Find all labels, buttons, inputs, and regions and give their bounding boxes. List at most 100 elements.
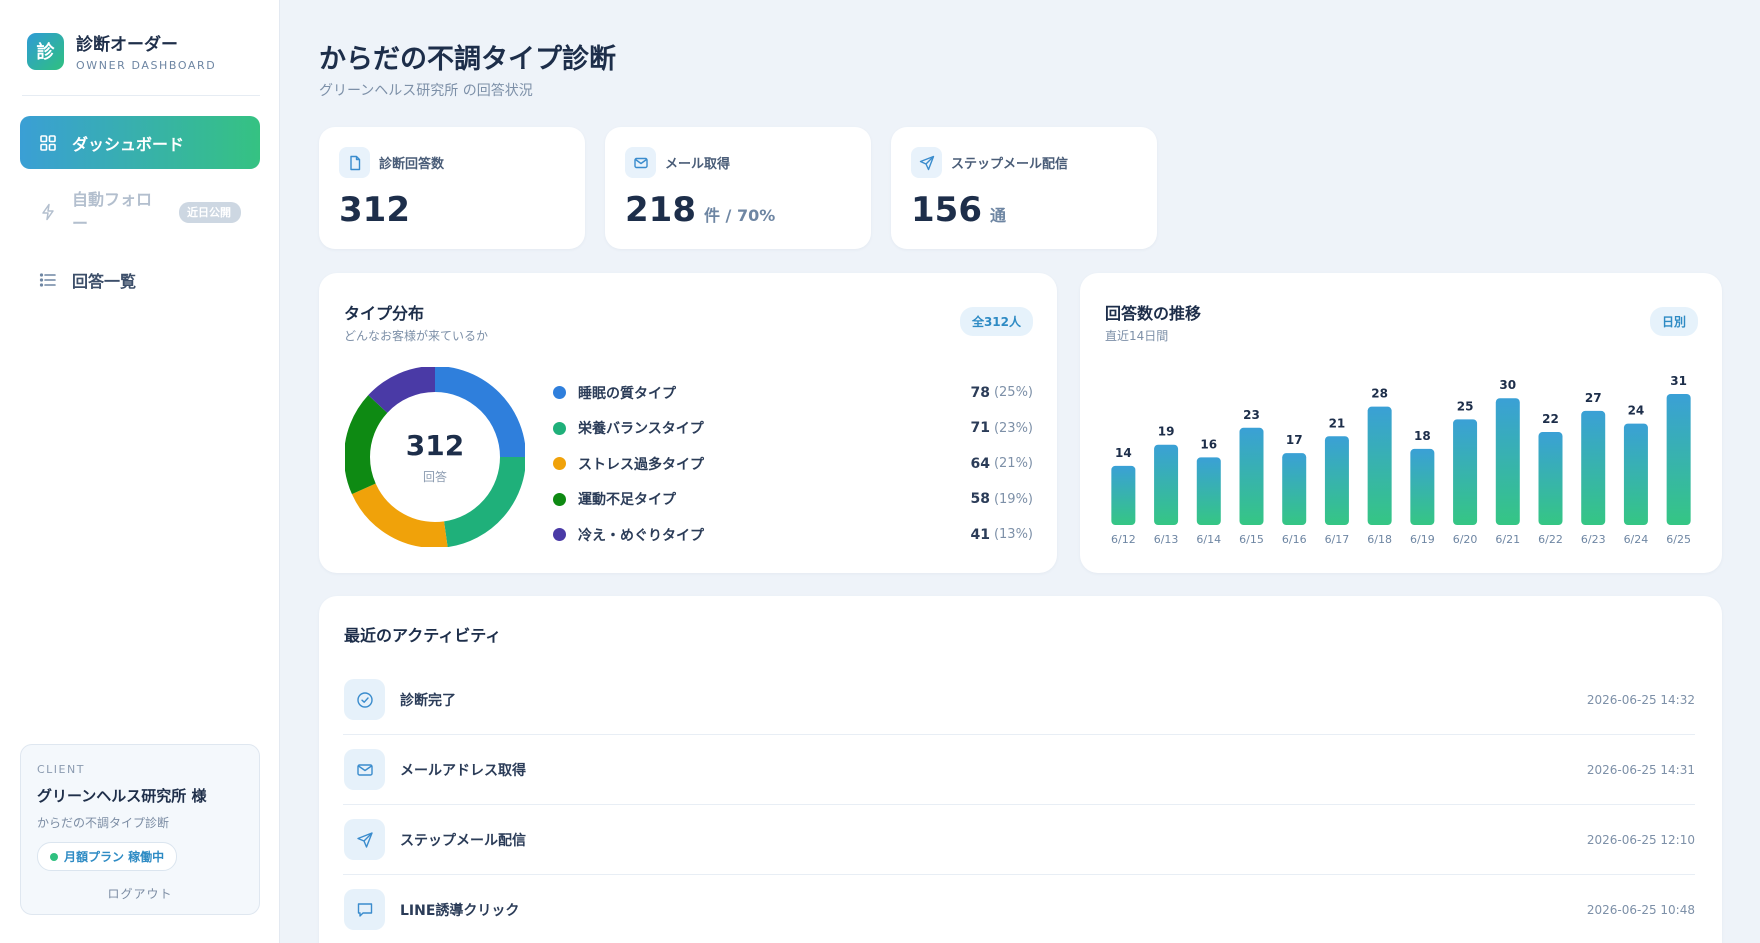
activity-label: ステップメール配信 — [400, 832, 526, 849]
document-icon — [339, 147, 370, 178]
legend-swatch — [553, 492, 566, 506]
bar-6/24 — [1623, 423, 1648, 525]
x-tick-label: 6/22 — [1538, 533, 1563, 546]
x-tick-label: 6/24 — [1624, 533, 1649, 546]
x-tick-label: 6/21 — [1495, 533, 1520, 546]
activity-label: LINE誘導クリック — [400, 902, 520, 919]
logout-link[interactable]: ログアウト — [37, 885, 243, 902]
activity-row[interactable]: ステップメール配信 2026-06-25 12:10 — [343, 805, 1695, 875]
kpi-card-email: メール取得 218 件 / 70% — [605, 127, 871, 249]
sidebar: 診 診断オーダー OWNER DASHBOARD ダッシュボード 自動フォロー … — [0, 0, 280, 943]
bar-6/16 — [1282, 453, 1307, 525]
activity-time: 2026-06-25 14:31 — [1586, 762, 1695, 777]
brand[interactable]: 診 診断オーダー OWNER DASHBOARD — [27, 30, 216, 72]
x-tick-label: 6/23 — [1581, 533, 1606, 546]
bar-value-label: 14 — [1115, 446, 1132, 460]
activity-row[interactable]: 診断完了 2026-06-25 14:32 — [343, 665, 1695, 735]
bar-value-label: 24 — [1628, 404, 1645, 418]
x-tick-label: 6/14 — [1196, 533, 1221, 546]
client-diagnosis: からだの不調タイプ診断 — [37, 816, 170, 830]
x-tick-label: 6/15 — [1239, 533, 1264, 546]
kpi-label: 診断回答数 — [379, 157, 445, 172]
total-count-pill: 全312人 — [959, 307, 1033, 336]
status-dot-icon — [50, 852, 58, 861]
x-tick-label: 6/16 — [1282, 533, 1307, 546]
activity-row[interactable]: LINE誘導クリック 2026-06-25 10:48 — [343, 875, 1695, 943]
plan-status-badge: 月額プラン 稼働中 — [37, 842, 178, 871]
bar-6/15 — [1239, 427, 1264, 525]
legend-count: 71 — [970, 420, 990, 437]
sidebar-item-label: 自動フォロー — [72, 190, 153, 233]
bar-value-label: 17 — [1286, 433, 1303, 447]
legend-item: 栄養バランスタイプ 71 (23%) — [553, 411, 1033, 447]
donut-total: 312 — [405, 429, 465, 462]
legend-item: 睡眠の質タイプ 78 (25%) — [553, 375, 1033, 411]
legend-swatch — [553, 386, 566, 400]
legend-percent: (13%) — [993, 527, 1033, 543]
legend-swatch — [553, 421, 566, 435]
panel-subtitle: どんなお客様が来ているか — [344, 329, 489, 343]
bar-value-label: 19 — [1158, 425, 1175, 439]
page-title: からだの不調タイプ診断 — [319, 44, 616, 75]
chat-icon — [344, 889, 385, 930]
kpi-value: 156 — [911, 190, 982, 230]
coming-soon-badge: 近日公開 — [179, 201, 241, 223]
list-icon — [38, 270, 58, 290]
sidebar-divider — [22, 95, 260, 96]
mail-icon — [344, 749, 385, 790]
donut-chart: 312 回答 — [344, 366, 526, 548]
bar-6/23 — [1581, 410, 1606, 525]
bar-6/14 — [1196, 457, 1221, 525]
grid-icon — [38, 133, 58, 153]
legend-percent: (19%) — [993, 491, 1033, 507]
check-circle-icon — [344, 679, 385, 720]
legend-percent: (21%) — [993, 456, 1033, 472]
legend-name: 栄養バランスタイプ — [578, 421, 704, 438]
bar-6/20 — [1453, 419, 1478, 525]
type-distribution-panel: タイプ分布 どんなお客様が来ているか 全312人 312 回答 睡眠の質タイプ … — [319, 273, 1057, 573]
brand-title: 診断オーダー — [76, 35, 178, 55]
type-legend: 睡眠の質タイプ 78 (25%) 栄養バランスタイプ 71 (23%) ストレス… — [553, 375, 1033, 553]
legend-name: 睡眠の質タイプ — [578, 385, 676, 402]
sidebar-item-responses[interactable]: 回答一覧 — [20, 253, 260, 306]
page-subtitle: グリーンヘルス研究所 の回答状況 — [319, 83, 533, 99]
bar-value-label: 23 — [1243, 408, 1260, 422]
legend-name: ストレス過多タイプ — [578, 456, 704, 473]
activity-row[interactable]: メールアドレス取得 2026-06-25 14:31 — [343, 735, 1695, 805]
activity-title: 最近のアクティビティ — [344, 626, 502, 645]
legend-item: ストレス過多タイプ 64 (21%) — [553, 446, 1033, 482]
bar-6/21 — [1495, 398, 1520, 525]
bar-value-label: 30 — [1499, 378, 1516, 392]
x-tick-label: 6/12 — [1111, 533, 1136, 546]
x-tick-label: 6/13 — [1154, 533, 1179, 546]
legend-item: 冷え・めぐりタイプ 41 (13%) — [553, 517, 1033, 553]
donut-caption: 回答 — [422, 470, 447, 484]
bar-value-label: 28 — [1371, 387, 1388, 401]
sidebar-item-dashboard[interactable]: ダッシュボード — [20, 116, 260, 169]
activity-time: 2026-06-25 12:10 — [1586, 832, 1695, 847]
bar-6/13 — [1154, 444, 1179, 525]
client-name: グリーンヘルス研究所 様 — [37, 787, 207, 805]
x-tick-label: 6/18 — [1367, 533, 1392, 546]
mail-icon — [625, 147, 656, 178]
kpi-card-responses: 診断回答数 312 — [319, 127, 585, 249]
sidebar-item-auto-follow: 自動フォロー 近日公開 — [20, 183, 260, 241]
x-tick-label: 6/19 — [1410, 533, 1435, 546]
bar-value-label: 31 — [1670, 374, 1687, 388]
x-tick-label: 6/17 — [1325, 533, 1350, 546]
send-icon — [344, 819, 385, 860]
brand-subtitle: OWNER DASHBOARD — [76, 59, 217, 72]
brand-logo: 診 — [27, 32, 64, 70]
kpi-value: 312 — [339, 190, 410, 230]
kpi-unit: 通 — [989, 206, 1006, 225]
legend-percent: (23%) — [993, 420, 1033, 436]
activity-time: 2026-06-25 10:48 — [1586, 902, 1695, 917]
legend-item: 運動不足タイプ 58 (19%) — [553, 482, 1033, 518]
legend-percent: (25%) — [993, 385, 1033, 401]
bar-6/19 — [1410, 448, 1435, 525]
x-tick-label: 6/25 — [1666, 533, 1691, 546]
activity-label: 診断完了 — [400, 692, 456, 709]
bar-6/18 — [1367, 406, 1392, 525]
legend-name: 冷え・めぐりタイプ — [578, 527, 704, 544]
x-tick-label: 6/20 — [1453, 533, 1478, 546]
